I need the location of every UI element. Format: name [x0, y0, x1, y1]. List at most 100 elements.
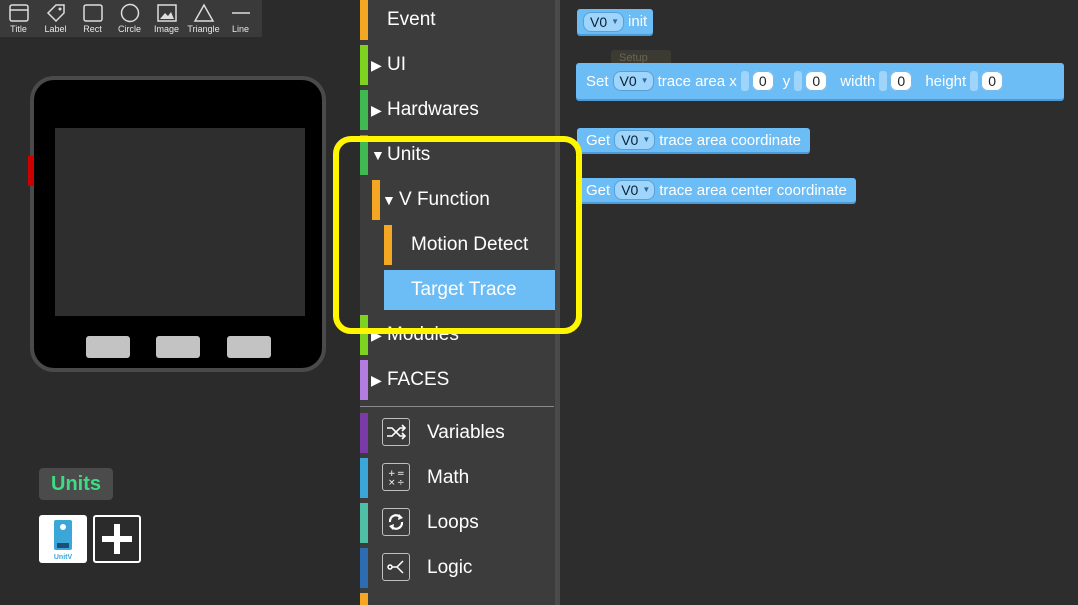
category-label: V Function [399, 189, 490, 210]
unitv-init-block[interactable]: V0 ▼ init [577, 9, 654, 34]
category-event[interactable]: Event [360, 0, 554, 40]
expand-right-icon: ▶ [371, 372, 382, 388]
category-label: FACES [387, 369, 450, 390]
var-dropdown[interactable]: V0 ▼ [614, 130, 656, 150]
expand-right-icon: ▶ [371, 327, 382, 343]
category-label: Target Trace [411, 279, 517, 300]
x-input[interactable]: 0 [751, 71, 774, 91]
var-dropdown[interactable]: V0 ▼ [583, 11, 625, 32]
category-label: Variables [427, 422, 505, 443]
add-unit-button[interactable] [93, 515, 141, 563]
y-input[interactable]: 0 [805, 71, 828, 91]
tool-triangle-label: Triangle [187, 24, 220, 34]
category-modules[interactable]: ▶ Modules [360, 315, 554, 355]
category-label: Math [427, 467, 470, 488]
math-icon: + = × ÷ [382, 463, 410, 491]
var-dropdown[interactable]: V0 ▼ [614, 180, 656, 200]
title-icon [8, 4, 29, 22]
caret-down-icon: ▼ [611, 16, 620, 26]
category-color-bar [372, 180, 380, 220]
input-socket [970, 71, 979, 91]
height-input[interactable]: 0 [981, 71, 1004, 91]
category-color-bar [360, 413, 368, 453]
svg-text:÷: ÷ [397, 478, 405, 487]
tool-image[interactable]: Image [148, 0, 185, 37]
tool-triangle[interactable]: Triangle [185, 0, 222, 37]
tool-label[interactable]: Label [37, 0, 74, 37]
category-hardwares[interactable]: ▶ Hardwares [360, 90, 554, 130]
category-color-bar [360, 315, 368, 355]
category-color-bar [360, 360, 368, 400]
category-logic[interactable]: Logic [360, 548, 554, 588]
var-dropdown-value: V0 [590, 13, 608, 30]
tool-rect-label: Rect [83, 24, 102, 34]
category-label: Motion Detect [411, 234, 529, 255]
expand-down-icon: ▼ [382, 192, 396, 208]
triangle-icon [193, 3, 214, 22]
svg-text:×: × [388, 478, 396, 487]
caret-down-icon: ▼ [640, 76, 649, 85]
category-color-bar [384, 225, 392, 265]
category-math[interactable]: + = × ÷ Math [360, 458, 554, 498]
block-text: y [782, 72, 791, 90]
tool-title[interactable]: Title [0, 0, 37, 37]
category-color-bar [360, 135, 368, 175]
block-text: height [925, 72, 967, 90]
category-label: Modules [387, 324, 459, 345]
plus-icon [102, 524, 132, 554]
tool-line-label: Line [231, 24, 249, 34]
var-dropdown[interactable]: V0 ▼ [612, 71, 654, 91]
caret-down-icon: ▼ [642, 135, 651, 144]
logic-icon [382, 553, 410, 581]
device-button-a [86, 336, 130, 358]
shuffle-icon [382, 418, 410, 446]
category-loops[interactable]: Loops [360, 503, 554, 543]
device-screen[interactable] [55, 128, 305, 316]
category-ui[interactable]: ▶ UI [360, 45, 554, 85]
block-text: width [840, 72, 876, 90]
device-button-c [227, 336, 271, 358]
tool-title-label: Title [10, 24, 27, 34]
unitv-badge-text: UnitV [54, 554, 73, 561]
tool-circle[interactable]: Circle [111, 0, 148, 37]
circle-icon [120, 3, 139, 23]
device-button-b [156, 336, 200, 358]
category-label: Units [387, 144, 431, 165]
tool-rect[interactable]: Rect [74, 0, 111, 37]
category-color-bar [360, 45, 368, 85]
line-icon [231, 12, 250, 14]
category-color-bar [360, 503, 368, 543]
category-faces[interactable]: ▶ FACES [360, 360, 554, 400]
block-text: Set [586, 72, 609, 90]
input-socket [879, 71, 888, 91]
category-color-bar [360, 0, 368, 40]
category-variables[interactable]: Variables [360, 413, 554, 453]
category-v-function[interactable]: ▼ V Function [360, 180, 554, 220]
unitv-unit-tile[interactable]: UnitV [39, 515, 87, 563]
expand-down-icon: ▼ [371, 147, 385, 163]
loop-icon [382, 508, 410, 536]
tool-image-label: Image [153, 24, 179, 34]
var-dropdown-value: V0 [621, 132, 639, 148]
block-text: Get [586, 181, 611, 199]
expand-right-icon: ▶ [371, 57, 382, 73]
block-text: init [628, 13, 648, 30]
get-trace-area-coordinate-block[interactable]: Get V0 ▼ trace area coordinate [577, 128, 810, 152]
unitv-icon: UnitV [54, 520, 73, 561]
category-label: Logic [427, 557, 473, 578]
rect-icon [82, 4, 103, 22]
set-trace-area-block[interactable]: Set V0 ▼ trace area x 0 y 0 width 0 heigh… [576, 63, 1064, 99]
category-label: Hardwares [387, 99, 479, 120]
block-text: trace area center coordinate [659, 181, 847, 199]
category-divider [360, 406, 554, 407]
category-motion-detect[interactable]: Motion Detect [360, 225, 554, 265]
var-dropdown-value: V0 [619, 73, 637, 89]
category-target-trace[interactable]: Target Trace [384, 270, 555, 310]
get-trace-area-center-block[interactable]: Get V0 ▼ trace area center coordinate [577, 178, 856, 202]
category-units[interactable]: ▼ Units [360, 135, 554, 175]
units-section-title: Units [39, 468, 113, 500]
tool-line[interactable]: Line [222, 0, 259, 37]
width-input[interactable]: 0 [890, 71, 913, 91]
ui-tool-palette: Title Label Rect Circle Image Triangle L… [0, 0, 262, 37]
category-more[interactable] [360, 593, 554, 605]
